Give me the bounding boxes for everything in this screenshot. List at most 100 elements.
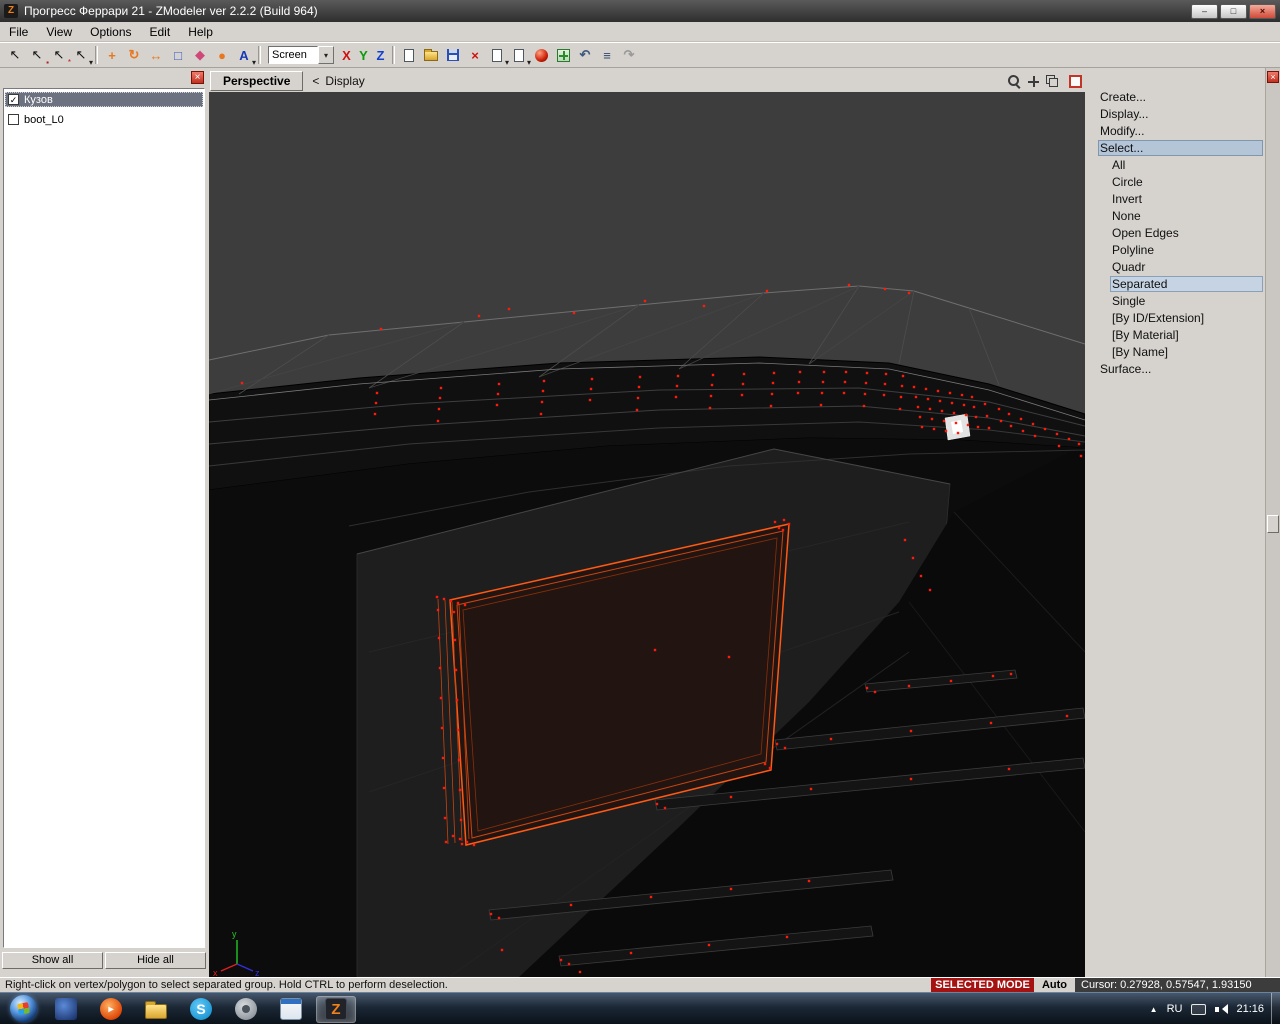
context-item-by-id-extension[interactable]: [By ID/Extension] bbox=[1085, 310, 1265, 327]
context-item-by-material[interactable]: [By Material] bbox=[1085, 327, 1265, 344]
minimize-button[interactable]: – bbox=[1191, 3, 1218, 19]
zoom-icon[interactable] bbox=[1008, 74, 1021, 88]
workspace: × ✓ Кузов boot_L0 Show all Hide all Perspe… bbox=[0, 68, 1280, 977]
new-file-icon[interactable] bbox=[398, 45, 420, 65]
system-tray: ▲ RU 21:16 bbox=[1150, 993, 1268, 1024]
export-icon[interactable]: ▾ bbox=[508, 45, 531, 67]
import-icon[interactable]: ▾ bbox=[486, 45, 509, 67]
context-item-all[interactable]: All bbox=[1085, 157, 1265, 174]
show-desktop-button[interactable] bbox=[1271, 993, 1280, 1024]
menu-file[interactable]: File bbox=[0, 22, 37, 42]
context-panel-close-button[interactable]: × bbox=[1267, 71, 1279, 83]
taskbar-zmodeler-icon: Z bbox=[325, 998, 347, 1020]
axis-x-button[interactable]: X bbox=[338, 46, 355, 64]
taskbar-explorer-button[interactable] bbox=[136, 996, 176, 1023]
viewport-display-menu[interactable]: Display bbox=[325, 74, 364, 88]
status-hint: Right-click on vertex/polygon to select … bbox=[5, 979, 448, 991]
viewport-back-arrow[interactable]: < bbox=[312, 74, 319, 88]
language-indicator[interactable]: RU bbox=[1167, 1003, 1183, 1015]
save-file-icon[interactable] bbox=[442, 45, 464, 65]
object-item-кузов[interactable]: ✓ Кузов bbox=[5, 92, 203, 107]
auto-button[interactable]: Auto bbox=[1036, 978, 1073, 993]
mirror-tool-icon[interactable]: ◆ bbox=[189, 45, 211, 65]
scale-tool-icon[interactable]: ↔ bbox=[145, 45, 167, 65]
taskbar-zmodeler-button[interactable]: Z bbox=[316, 995, 356, 1023]
fit-view-icon[interactable] bbox=[1046, 75, 1058, 87]
maximize-button[interactable]: □ bbox=[1220, 3, 1247, 19]
taskbar-clock[interactable]: 21:16 bbox=[1236, 1003, 1264, 1015]
axis-y-button[interactable]: Y bbox=[355, 46, 372, 64]
taskbar-app-notes-icon bbox=[280, 998, 302, 1020]
taskbar-app-browser-button[interactable] bbox=[46, 996, 86, 1023]
redo-icon[interactable]: ↷ bbox=[618, 45, 640, 65]
extrude-tool-icon[interactable]: □ bbox=[167, 45, 189, 65]
svg-text:x: x bbox=[213, 968, 218, 977]
visibility-checkbox[interactable] bbox=[8, 114, 19, 125]
view-mode-select-dropdown-icon[interactable]: ▾ bbox=[318, 46, 334, 64]
object-label: Кузов bbox=[24, 93, 53, 106]
context-item-create[interactable]: Create... bbox=[1085, 89, 1265, 106]
object-item-boot-l0[interactable]: boot_L0 bbox=[5, 112, 203, 127]
context-item-separated[interactable]: Separated bbox=[1110, 276, 1263, 292]
annotate-tool-icon[interactable]: A ▾ bbox=[233, 45, 256, 68]
start-button[interactable] bbox=[10, 995, 37, 1022]
select-separated-icon[interactable]: ↖ * bbox=[48, 45, 71, 67]
context-item-display[interactable]: Display... bbox=[1085, 106, 1265, 123]
select-mode-dropdown-icon[interactable]: ↖ ▾ bbox=[70, 45, 93, 67]
context-item-by-name[interactable]: [By Name] bbox=[1085, 344, 1265, 361]
context-menu-panel: Create... Display... Modify... Select... All… bbox=[1085, 68, 1265, 977]
hide-all-button[interactable]: Hide all bbox=[105, 952, 206, 969]
viewport-header: Perspective < Display bbox=[209, 70, 1085, 92]
rotate-tool-icon[interactable]: ↻ bbox=[123, 45, 145, 65]
menu-options[interactable]: Options bbox=[81, 22, 140, 42]
speaker-icon[interactable] bbox=[1215, 1003, 1229, 1015]
tray-chevron-icon[interactable]: ▲ bbox=[1150, 1005, 1158, 1014]
select-circle-icon[interactable]: ↖ ▪ bbox=[26, 45, 49, 67]
viewport-tab-perspective[interactable]: Perspective bbox=[210, 71, 304, 91]
move-tool-icon[interactable]: + bbox=[101, 45, 123, 65]
material-editor-icon[interactable] bbox=[530, 45, 552, 65]
uv-mapper-icon[interactable] bbox=[552, 45, 574, 65]
select-quadr-icon[interactable]: ↖ bbox=[4, 45, 26, 65]
toolbar-separator bbox=[95, 46, 98, 64]
context-item-modify[interactable]: Modify... bbox=[1085, 123, 1265, 140]
keyboard-icon[interactable] bbox=[1191, 1003, 1207, 1015]
close-button[interactable]: × bbox=[1249, 3, 1276, 19]
taskbar-explorer-icon bbox=[145, 1000, 167, 1019]
context-item-surface[interactable]: Surface... bbox=[1085, 361, 1265, 378]
context-item-open-edges[interactable]: Open Edges bbox=[1085, 225, 1265, 242]
svg-text:z: z bbox=[255, 968, 260, 977]
context-item-select[interactable]: Select... bbox=[1098, 140, 1263, 156]
context-item-circle[interactable]: Circle bbox=[1085, 174, 1265, 191]
axis-z-button[interactable]: Z bbox=[372, 46, 389, 64]
menu-edit[interactable]: Edit bbox=[141, 22, 180, 42]
attach-tool-icon[interactable]: ● bbox=[211, 45, 233, 65]
undo-icon[interactable]: ↶ bbox=[574, 45, 596, 65]
show-all-button[interactable]: Show all bbox=[2, 952, 103, 969]
zmodeler-window: Z Прогресс Феррари 21 - ZModeler ver 2.2… bbox=[0, 0, 1280, 1024]
pan-icon[interactable] bbox=[1028, 75, 1039, 87]
delete-icon[interactable]: × bbox=[464, 45, 486, 65]
menu-help[interactable]: Help bbox=[179, 22, 222, 42]
taskbar-app-utility-button[interactable] bbox=[226, 996, 266, 1023]
scrollbar-thumb[interactable] bbox=[1267, 515, 1279, 533]
objects-panel-close-button[interactable]: × bbox=[191, 71, 204, 84]
open-file-icon[interactable] bbox=[420, 45, 442, 65]
taskbar-media-player-button[interactable]: ▸ bbox=[91, 996, 131, 1023]
view-mode-select[interactable]: Screen ▾ bbox=[268, 46, 334, 65]
menu-view[interactable]: View bbox=[37, 22, 81, 42]
viewport-maximize-icon[interactable] bbox=[1069, 74, 1082, 88]
context-item-polyline[interactable]: Polyline bbox=[1085, 242, 1265, 259]
context-item-quadr[interactable]: Quadr bbox=[1085, 259, 1265, 276]
log-icon[interactable]: ≡ bbox=[596, 45, 618, 65]
title-bar: Z Прогресс Феррари 21 - ZModeler ver 2.2… bbox=[0, 0, 1280, 22]
right-scrollbar[interactable]: × bbox=[1265, 68, 1280, 977]
taskbar-app-utility-icon bbox=[235, 998, 257, 1020]
visibility-checkbox[interactable]: ✓ bbox=[8, 94, 19, 105]
context-item-invert[interactable]: Invert bbox=[1085, 191, 1265, 208]
taskbar-app-notes-button[interactable] bbox=[271, 996, 311, 1023]
context-item-none[interactable]: None bbox=[1085, 208, 1265, 225]
viewport-canvas[interactable]: y x z bbox=[209, 92, 1085, 977]
taskbar-skype-button[interactable]: S bbox=[181, 996, 221, 1023]
context-item-single[interactable]: Single bbox=[1085, 293, 1265, 310]
